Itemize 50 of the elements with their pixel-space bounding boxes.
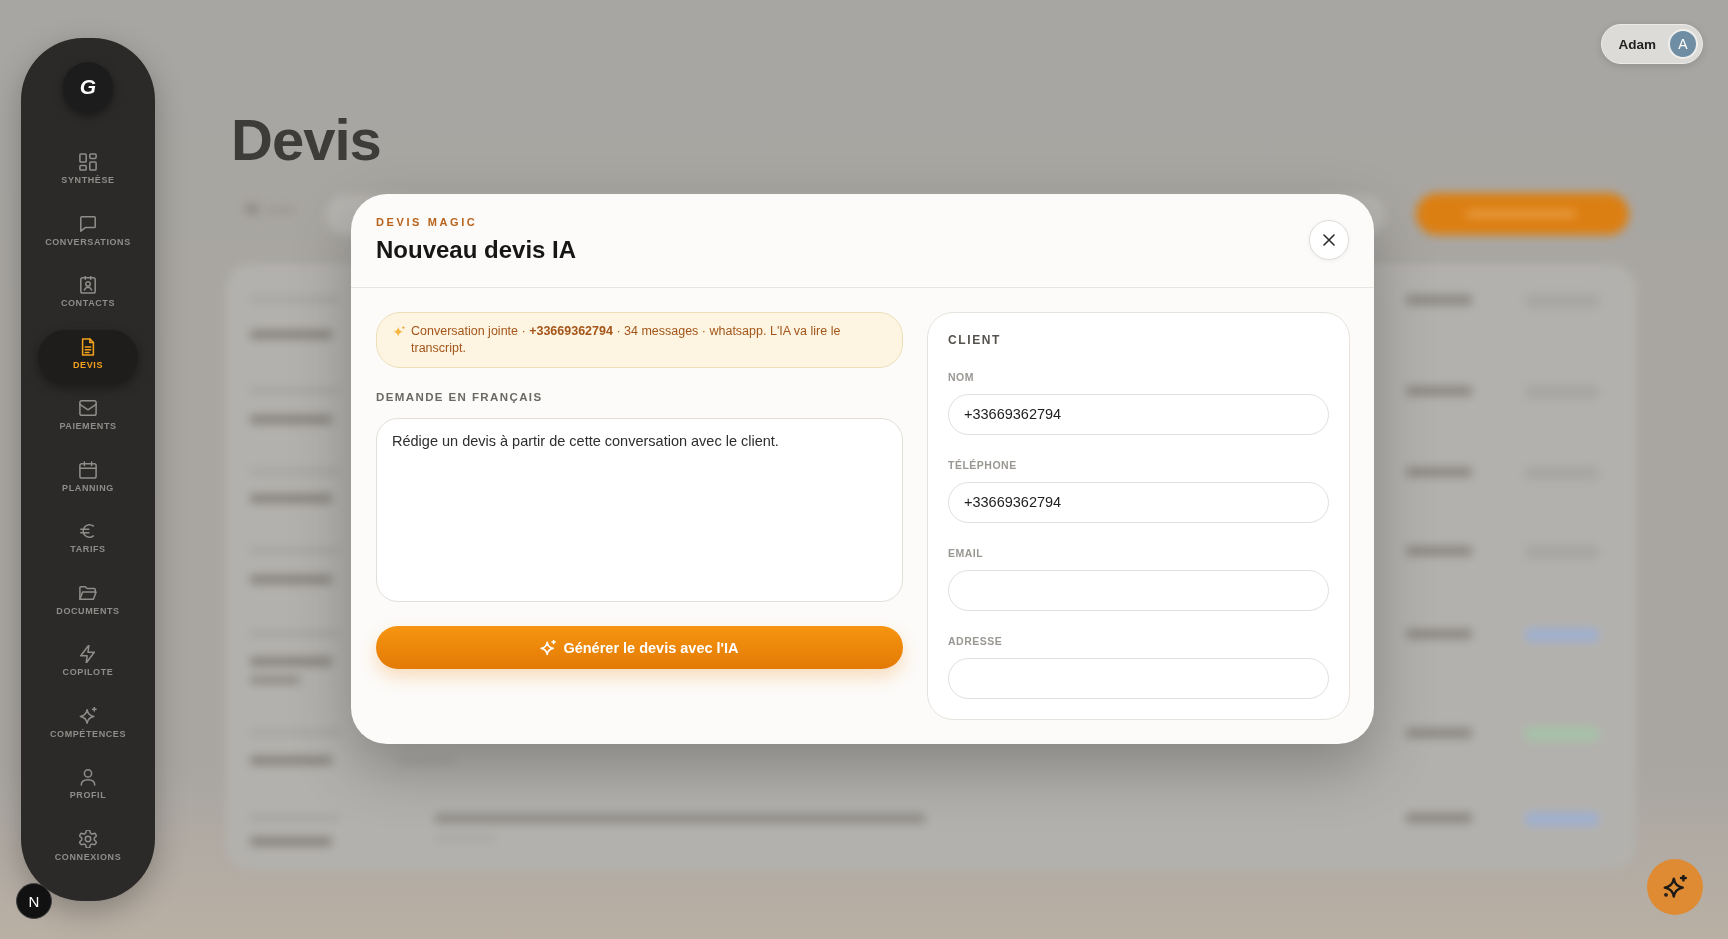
avatar: A: [1668, 29, 1698, 59]
section-heading: CLIENT: [948, 333, 1002, 347]
input-field[interactable]: [948, 658, 1329, 699]
banner-text: Conversation jointe · +33669362794 · 34 messages · whatsapp. L'IA va lire le transcript.: [411, 323, 842, 357]
contact-card-icon: [79, 276, 97, 294]
sidebar-item[interactable]: COPILOTE: [38, 637, 138, 691]
sidebar-item[interactable]: CONVERSATIONS: [38, 206, 138, 261]
sidebar-item[interactable]: DEVIS: [38, 329, 138, 384]
dashboard-icon: [79, 153, 97, 171]
field-label: EMAIL: [948, 547, 985, 559]
chat-bubble-icon: [79, 214, 97, 233]
sidebar-item[interactable]: COMPÉTENCES: [38, 698, 138, 753]
page-title: Devis: [231, 110, 381, 170]
request-textarea[interactable]: Rédige un devis à partir de cette conversation avec le client.: [376, 418, 903, 602]
dev-badge[interactable]: N: [16, 883, 52, 919]
sparkles-icon: [393, 325, 406, 338]
assistant-button[interactable]: [1647, 859, 1703, 915]
sparkle-icon: [1663, 875, 1687, 899]
document-icon: [79, 337, 97, 356]
sidebar-item[interactable]: SYNTHÈSE: [38, 145, 138, 199]
sidebar-item[interactable]: CONTACTS: [38, 268, 138, 322]
sidebar-item[interactable]: PAIEMENTS: [38, 391, 138, 445]
settings-icon: [79, 829, 97, 848]
field-label: ADRESSE: [948, 635, 1004, 647]
lightning-icon: [79, 645, 97, 663]
close-icon: [1323, 234, 1335, 246]
sparkle-icon: [540, 639, 557, 656]
logo-badge: G: [63, 62, 113, 112]
sidebar-item[interactable]: TARIFS: [38, 514, 138, 568]
sidebar-item[interactable]: PROFIL: [38, 760, 138, 814]
field-label: DEMANDE EN FRANÇAIS: [376, 390, 544, 404]
euro-icon: [79, 522, 97, 540]
sidebar-item[interactable]: CONNEXIONS: [38, 821, 138, 876]
input-field[interactable]: +33669362794: [948, 394, 1329, 435]
generate-button[interactable]: Générer le devis avec l'IA: [376, 626, 903, 669]
close-button[interactable]: [1309, 220, 1349, 260]
input-field[interactable]: [948, 570, 1329, 611]
user-menu[interactable]: Adam A: [1601, 24, 1703, 64]
modal-eyebrow: DEVIS MAGIC: [376, 215, 479, 229]
folder-icon: [79, 583, 97, 602]
envelope-icon: [79, 399, 97, 417]
calendar-icon: [79, 460, 97, 479]
modal-title: Nouveau devis IA: [376, 235, 577, 265]
user-icon: [79, 768, 97, 786]
input-field[interactable]: +33669362794: [948, 482, 1329, 523]
field-label: NOM: [948, 371, 975, 383]
sparkles-icon: [79, 706, 97, 725]
field-label: TÉLÉPHONE: [948, 459, 1018, 471]
sidebar-item[interactable]: DOCUMENTS: [38, 575, 138, 630]
sidebar-item[interactable]: PLANNING: [38, 452, 138, 507]
